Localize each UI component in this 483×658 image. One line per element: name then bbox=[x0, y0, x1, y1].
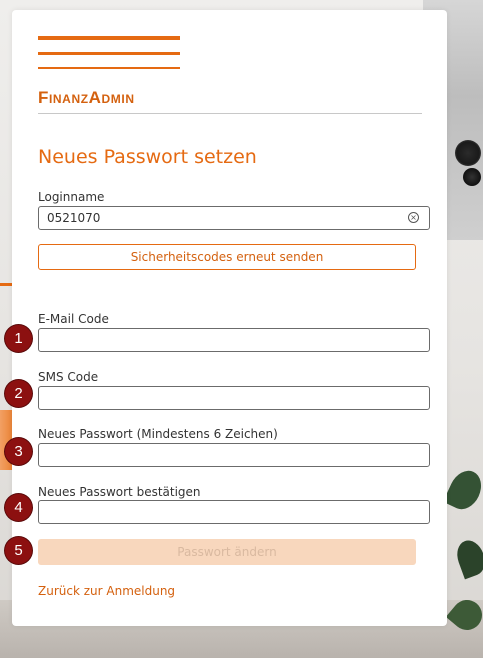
logo-text: FinanzAdmin bbox=[38, 88, 135, 107]
step-badge-1: 1 bbox=[5, 325, 32, 352]
resend-codes-button[interactable]: Sicherheitscodes erneut senden bbox=[38, 244, 416, 270]
step-badge-2: 2 bbox=[5, 380, 32, 407]
email-code-label: E-Mail Code bbox=[38, 312, 109, 326]
finanzadmin-logo bbox=[38, 36, 180, 73]
lamp-decor bbox=[455, 140, 481, 166]
loginname-input[interactable]: 0521070 × bbox=[38, 206, 430, 230]
confirm-password-input[interactable] bbox=[38, 500, 430, 524]
back-to-login-link[interactable]: Zurück zur Anmeldung bbox=[38, 584, 175, 598]
sign-line-decor bbox=[0, 283, 12, 286]
confirm-password-label: Neues Passwort bestätigen bbox=[38, 485, 201, 499]
step-badge-4: 4 bbox=[5, 494, 32, 521]
password-reset-card: FinanzAdmin Neues Passwort setzen Loginn… bbox=[12, 10, 447, 626]
change-password-button[interactable]: Passwort ändern bbox=[38, 539, 416, 565]
sms-code-input[interactable] bbox=[38, 386, 430, 410]
step-badge-3: 3 bbox=[5, 438, 32, 465]
page-title: Neues Passwort setzen bbox=[38, 146, 257, 168]
clear-icon[interactable]: × bbox=[408, 212, 419, 223]
step-badge-5: 5 bbox=[5, 537, 32, 564]
new-password-input[interactable] bbox=[38, 443, 430, 467]
new-password-label: Neues Passwort (Mindestens 6 Zeichen) bbox=[38, 427, 278, 441]
sms-code-label: SMS Code bbox=[38, 370, 99, 384]
email-code-input[interactable] bbox=[38, 328, 430, 352]
loginname-value: 0521070 bbox=[47, 211, 101, 225]
lamp-decor-2 bbox=[463, 168, 481, 186]
header-divider bbox=[38, 113, 422, 114]
loginname-label: Loginname bbox=[38, 190, 105, 204]
